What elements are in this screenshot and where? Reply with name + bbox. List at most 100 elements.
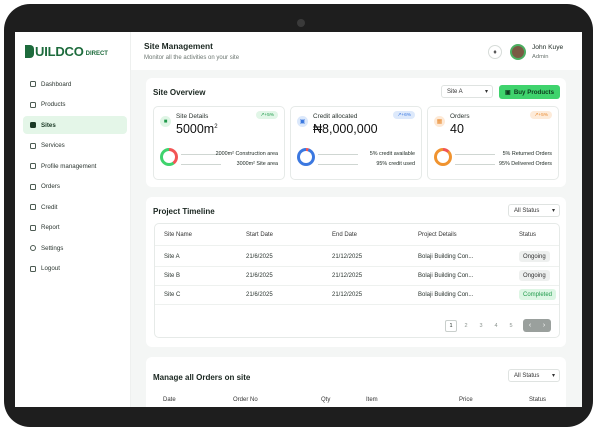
timeline-status-filter[interactable]: All Status ▾ [508, 204, 560, 217]
cart-icon: ▣ [504, 88, 511, 96]
site-details-card: ■ Site Details 5000m2 ↗ +5% 2000m² Constr… [153, 106, 285, 180]
orders-icon: ▦ [434, 116, 445, 127]
site-icon: ■ [160, 116, 171, 127]
badge-text: +6% [401, 112, 411, 118]
sidebar-item-products[interactable]: Products [23, 96, 127, 114]
stat-value: 5000m2 [176, 122, 218, 136]
column-header: Item [366, 397, 378, 403]
sidebar-item-label: Orders [41, 183, 60, 190]
filter-value: All Status [514, 372, 540, 379]
sidebar-item-logout[interactable]: Logout [23, 260, 127, 278]
sidebar-item-settings[interactable]: Settings [23, 239, 127, 257]
sidebar-item-label: Settings [41, 244, 64, 252]
sidebar-item-label: Credit [41, 203, 58, 211]
sidebar-item-label: Report [41, 224, 60, 231]
column-header: Start Date [246, 232, 274, 238]
sites-icon [30, 122, 36, 128]
manage-orders-card: Manage all Orders on site All Status ▾ Da… [146, 357, 566, 407]
column-header: Date [163, 397, 176, 403]
growth-badge: ↗ +5% [530, 111, 552, 119]
sidebar-nav: Dashboard Products Sites Services Profil… [23, 75, 127, 280]
construction-area-text: 2000m² Construction area [215, 151, 278, 157]
profile-icon [30, 163, 36, 169]
page-title: Site Management [144, 41, 213, 51]
column-header: Order No [233, 397, 258, 403]
cell-details: Bolaji Building Con... [418, 292, 474, 298]
sidebar-item-sites[interactable]: Sites [23, 116, 127, 134]
table-header-row: Site Name Start Date End Date Project De… [155, 224, 559, 246]
camera-dot [297, 19, 305, 27]
cell-start: 21/6/2025 [246, 273, 273, 279]
stat-value-text: 5000m [176, 122, 215, 136]
leader-line [181, 164, 221, 165]
sidebar-item-report[interactable]: Report [23, 219, 127, 237]
brand-logo: UILDCO DIRECT [25, 44, 108, 59]
leader-line [318, 164, 358, 165]
cell-end: 21/12/2025 [332, 254, 363, 260]
sidebar-item-services[interactable]: Services [23, 137, 127, 155]
cell-site: Site B [164, 273, 181, 279]
column-header: Qty [321, 397, 331, 403]
sidebar-item-label: Services [41, 142, 65, 149]
site-overview-card: Site Overview Site A ▾ ▣ Buy Products ■ Si… [146, 78, 566, 187]
column-header: Price [459, 397, 473, 403]
orders-card: ▦ Orders 40 ↗ +5% 5% Returned Orders 95% … [427, 106, 559, 180]
site-area-donut [160, 148, 178, 166]
site-select-value: Site A [447, 88, 463, 95]
table-row[interactable]: Site B 21/6/2025 21/12/2025 Bolaji Build… [155, 267, 559, 286]
orders-icon [30, 183, 36, 190]
table-row[interactable]: Site C 21/6/2025 21/12/2025 Bolaji Build… [155, 286, 559, 305]
notification-bell-icon[interactable]: ♦ [488, 45, 502, 59]
returned-orders-text: 5% Returned Orders [502, 151, 552, 157]
page-subtitle: Monitor all the activities on your site [144, 55, 240, 61]
sidebar-item-credit[interactable]: Credit [23, 198, 127, 216]
sidebar-item-label: Dashboard [41, 80, 72, 88]
products-icon [30, 101, 36, 108]
page-button[interactable]: 4 [490, 320, 502, 332]
project-timeline-table: Site Name Start Date End Date Project De… [154, 223, 560, 338]
user-name: John Kuye [532, 44, 564, 51]
page-button[interactable]: 1 [445, 319, 457, 332]
orders-status-filter[interactable]: All Status ▾ [508, 369, 560, 382]
page-button[interactable]: 5 [505, 320, 517, 332]
project-timeline-card: Project Timeline All Status ▾ Site Name S… [146, 197, 566, 347]
column-header: Status [529, 397, 547, 403]
page-button[interactable]: 3 [475, 320, 487, 332]
sidebar-item-profile-management[interactable]: Profile management [23, 157, 127, 175]
pagination: 1 2 3 4 5 ‹ › [442, 319, 551, 332]
stat-value: ₦8,000,000 [313, 122, 378, 136]
sidebar-item-label: Sites [41, 121, 56, 129]
stat-value: 40 [450, 122, 464, 136]
column-header: Status [519, 232, 537, 238]
column-header: Project Details [418, 232, 457, 238]
credit-used-text: 95% credit used [376, 161, 415, 167]
tablet-frame: UILDCO DIRECT Dashboard Products Sites S… [4, 4, 593, 427]
page-button[interactable]: 2 [460, 320, 472, 332]
site-area-text: 3000m² Site area [236, 161, 278, 167]
logo-subtext: DIRECT [85, 50, 108, 57]
stat-label: Credit allocated [313, 113, 358, 120]
cell-end: 21/12/2025 [332, 273, 363, 279]
cell-start: 21/6/2025 [246, 292, 273, 298]
sidebar-item-dashboard[interactable]: Dashboard [23, 75, 127, 93]
credit-icon: ▣ [297, 116, 308, 127]
report-icon [30, 224, 36, 231]
logout-icon [30, 265, 36, 272]
buy-products-button[interactable]: ▣ Buy Products [499, 85, 560, 99]
chevron-right-icon[interactable]: › [543, 322, 545, 329]
leader-line [455, 164, 495, 165]
column-header: End Date [332, 232, 358, 238]
sidebar-item-label: Products [41, 101, 66, 108]
cell-end: 21/12/2025 [332, 292, 363, 298]
leader-line [455, 154, 495, 155]
buy-products-label: Buy Products [513, 88, 555, 96]
cell-site: Site C [164, 292, 181, 298]
avatar[interactable] [510, 44, 526, 60]
chevron-down-icon: ▾ [484, 89, 488, 95]
sidebar: UILDCO DIRECT Dashboard Products Sites S… [15, 32, 131, 407]
sidebar-item-orders[interactable]: Orders [23, 178, 127, 196]
table-row[interactable]: Site A 21/6/2025 21/12/2025 Bolaji Build… [155, 248, 559, 267]
site-select[interactable]: Site A ▾ [441, 85, 493, 98]
chevron-left-icon[interactable]: ‹ [529, 322, 531, 329]
user-role: Admin [532, 54, 549, 60]
